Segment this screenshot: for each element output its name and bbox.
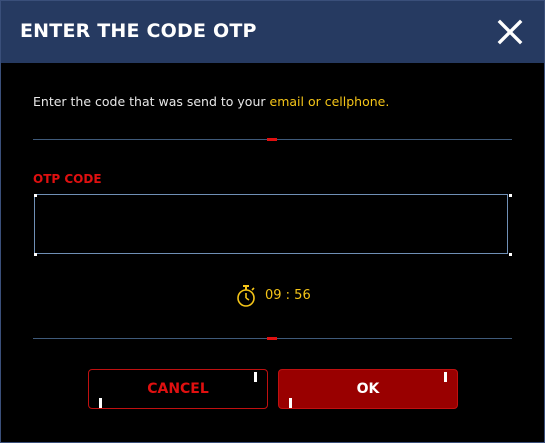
bottom-divider [33, 337, 512, 340]
otp-dialog: ENTER THE CODE OTP Enter the code that w… [0, 0, 545, 443]
divider-marker [267, 337, 277, 340]
input-corner [509, 194, 512, 197]
otp-code-input[interactable] [34, 194, 508, 254]
top-divider [33, 138, 512, 141]
dialog-title: ENTER THE CODE OTP [20, 20, 257, 42]
timer-value: 09 : 56 [265, 288, 311, 303]
close-icon [497, 19, 523, 45]
instruction-highlight: email or cellphone. [269, 94, 390, 109]
dialog-header: ENTER THE CODE OTP [1, 1, 544, 63]
ok-button-label: OK [356, 381, 380, 397]
ok-button[interactable]: OK [278, 369, 458, 409]
button-accent [99, 398, 102, 408]
instruction-text: Enter the code that was send to your ema… [33, 94, 389, 109]
button-accent [289, 398, 292, 408]
otp-code-label: OTP CODE [33, 172, 102, 186]
button-accent [444, 372, 447, 382]
input-corner [34, 194, 37, 197]
input-corner [509, 253, 512, 256]
divider-marker [267, 138, 277, 141]
cancel-button-label: CANCEL [147, 381, 209, 397]
cancel-button[interactable]: CANCEL [88, 369, 268, 409]
instruction-prefix: Enter the code that was send to your [33, 94, 270, 109]
input-corner [34, 253, 37, 256]
stopwatch-icon [237, 285, 255, 307]
button-accent [254, 372, 257, 382]
close-button[interactable] [497, 19, 523, 45]
